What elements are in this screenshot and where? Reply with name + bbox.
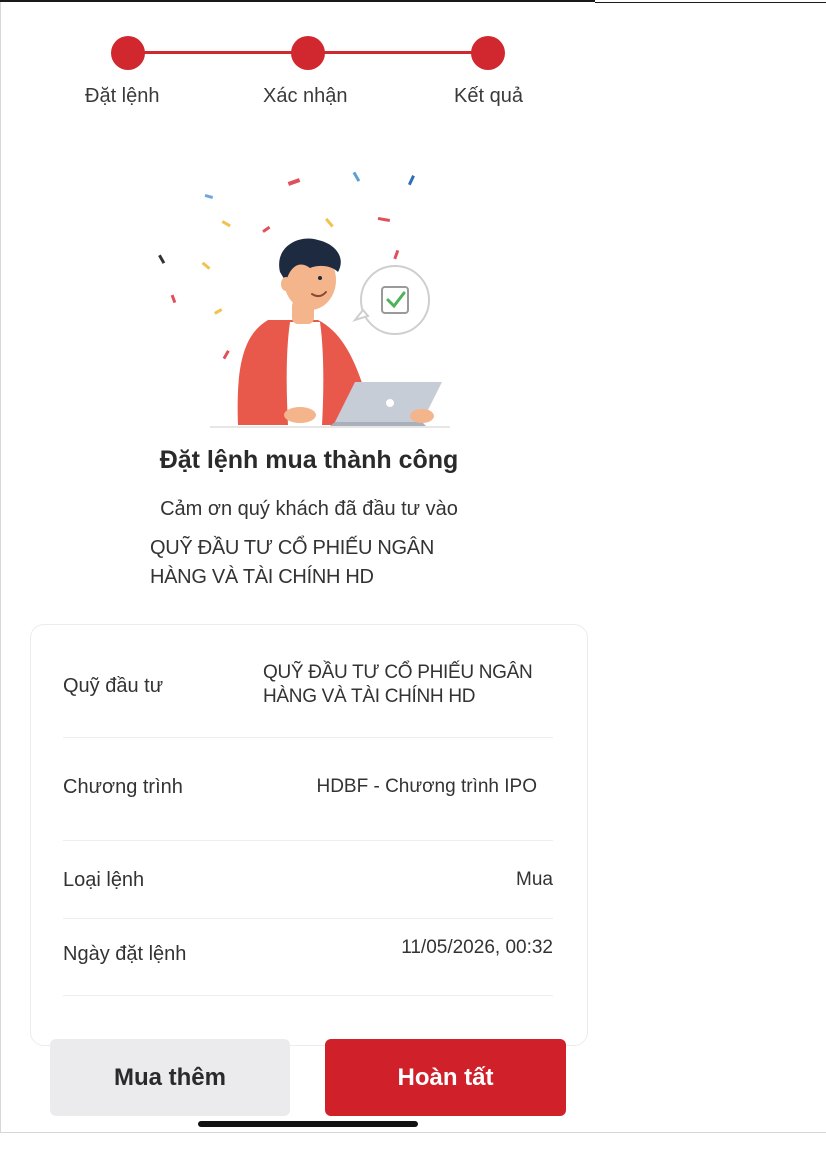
- left-border: [0, 2, 1, 1132]
- person-laptop-success-icon: [158, 171, 450, 428]
- detail-value-fund-line-1: QUỸ ĐẦU TƯ CỔ PHIẾU NGÂN: [263, 662, 533, 683]
- step-dot-2: [291, 36, 325, 70]
- order-details-card: Quỹ đầu tư QUỸ ĐẦU TƯ CỔ PHIẾU NGÂN HÀNG…: [30, 624, 588, 1046]
- detail-label-order-date: Ngày đặt lệnh: [63, 943, 187, 965]
- stepper-connector-2: [308, 51, 488, 54]
- step-label-confirm: Xác nhận: [263, 85, 348, 107]
- check-icon: [352, 265, 430, 335]
- success-title: Đặt lệnh mua thành công: [159, 446, 459, 474]
- step-dot-3: [471, 36, 505, 70]
- success-subtitle: Cảm ơn quý khách đã đầu tư vào: [160, 498, 458, 520]
- detail-label-fund: Quỹ đầu tư: [63, 675, 164, 697]
- stepper-connector-1: [128, 51, 308, 54]
- progress-stepper: Đặt lệnh Xác nhận Kết quả: [0, 0, 595, 120]
- detail-label-program: Chương trình: [63, 776, 183, 798]
- fund-name-line-1: QUỸ ĐẦU TƯ CỔ PHIẾU NGÂN: [150, 537, 434, 559]
- detail-label-order-type: Loại lệnh: [63, 869, 145, 891]
- fund-name: QUỸ ĐẦU TƯ CỔ PHIẾU NGÂN HÀNG VÀ TÀI CHÍ…: [150, 534, 510, 592]
- detail-value-order-type: Mua: [516, 869, 553, 890]
- detail-row-program: Chương trình HDBF - Chương trình IPO: [63, 738, 553, 841]
- person-figure: [210, 238, 450, 428]
- done-button[interactable]: Hoàn tất: [325, 1039, 566, 1116]
- detail-value-fund-line-2: HÀNG VÀ TÀI CHÍNH HD: [263, 686, 476, 707]
- detail-value-program: HDBF - Chương trình IPO: [316, 776, 537, 797]
- detail-row-order-type: Loại lệnh Mua: [63, 841, 553, 919]
- home-indicator: [198, 1121, 418, 1127]
- fund-name-line-2: HÀNG VÀ TÀI CHÍNH HD: [150, 566, 374, 588]
- step-label-result: Kết quả: [454, 85, 523, 107]
- detail-value-order-date: 11/05/2026, 00:32: [401, 937, 553, 958]
- buy-more-button[interactable]: Mua thêm: [50, 1039, 290, 1116]
- step-label-place-order: Đặt lệnh: [85, 85, 160, 107]
- detail-row-fund: Quỹ đầu tư QUỸ ĐẦU TƯ CỔ PHIẾU NGÂN HÀNG…: [63, 647, 553, 738]
- top-border-right: [595, 2, 826, 3]
- detail-value-fund: QUỸ ĐẦU TƯ CỔ PHIẾU NGÂN HÀNG VÀ TÀI CHÍ…: [263, 661, 555, 709]
- detail-row-order-date: Ngày đặt lệnh 11/05/2026, 00:32: [63, 919, 553, 996]
- bottom-border: [0, 1132, 826, 1133]
- step-dot-1: [111, 36, 145, 70]
